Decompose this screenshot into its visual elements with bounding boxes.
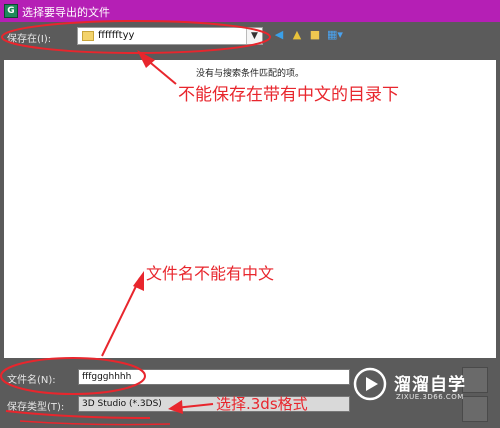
chevron-down-icon[interactable]: ▼: [246, 28, 262, 44]
watermark-url: ZIXUE.3D66.COM: [396, 393, 464, 401]
save-in-combobox[interactable]: fffffftyy ▼: [77, 27, 263, 45]
window-title: 选择要导出的文件: [22, 6, 110, 19]
back-icon[interactable]: ◀: [272, 28, 286, 42]
save-type-select[interactable]: 3D Studio (*.3DS): [78, 396, 350, 412]
file-name-input[interactable]: fffggghhhh: [78, 369, 350, 385]
title-bar: G 选择要导出的文件: [0, 0, 500, 22]
view-menu-icon[interactable]: ▦▾: [326, 28, 344, 42]
save-type-label: 保存类型(T):: [7, 402, 65, 413]
empty-message: 没有与搜索条件匹配的项。: [196, 69, 305, 79]
format-hint: 选择.3ds格式: [216, 395, 308, 413]
app-icon: G: [4, 4, 18, 18]
file-name-label: 文件名(N):: [7, 375, 56, 386]
watermark-name: 溜溜自学: [394, 375, 466, 395]
cancel-button[interactable]: [462, 396, 488, 422]
save-in-label: 保存在(I):: [7, 34, 52, 45]
chinese-dir-warning: 不能保存在带有中文的目录下: [178, 85, 399, 105]
folder-icon: [82, 31, 94, 41]
up-folder-icon[interactable]: ▲: [290, 28, 304, 42]
new-folder-icon[interactable]: ■: [308, 28, 322, 42]
filename-warning: 文件名不能有中文: [146, 264, 275, 283]
watermark-logo: [353, 367, 387, 401]
save-type-underline-2: [19, 420, 171, 426]
save-in-folder: fffffftyy: [98, 30, 135, 41]
